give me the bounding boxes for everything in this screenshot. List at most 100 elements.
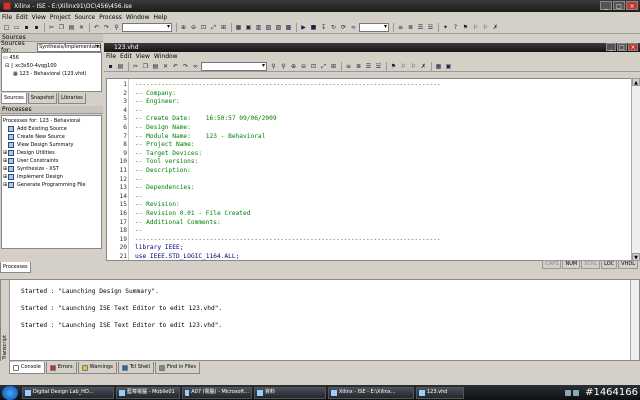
menu-file[interactable]: File — [2, 14, 12, 21]
bookmark-prev-icon[interactable]: ⚐ — [481, 23, 490, 32]
split-icon[interactable]: ▩ — [284, 23, 293, 32]
outdent-icon[interactable]: ≣ — [354, 62, 363, 71]
redo-icon[interactable]: ↷ — [102, 23, 111, 32]
help-icon[interactable]: ? — [451, 23, 460, 32]
zoom-area-icon[interactable]: ⊞ — [329, 62, 338, 71]
tab-errors[interactable]: Errors — [45, 362, 77, 374]
editor-vertical-scrollbar[interactable]: ▲ ▼ — [631, 78, 640, 261]
zoom-full-icon[interactable]: ⤢ — [319, 62, 328, 71]
zoom-in-icon[interactable]: ⊕ — [179, 23, 188, 32]
process-item[interactable]: View Design Summary — [3, 141, 100, 149]
search-combo[interactable] — [359, 23, 389, 32]
zoom-area-icon[interactable]: ⊞ — [219, 23, 228, 32]
tab-processes[interactable]: Processes — [0, 262, 31, 273]
tab-libraries[interactable]: Libraries — [58, 93, 86, 104]
bookmark-next-icon[interactable]: ⚐ — [399, 62, 408, 71]
outdent-icon[interactable]: ≣ — [406, 23, 415, 32]
start-button[interactable] — [2, 385, 18, 400]
find-prev-icon[interactable]: ⚲ — [279, 62, 288, 71]
comment-icon[interactable]: ☰ — [364, 62, 373, 71]
taskbar-item[interactable]: 藍莓電腦 - Mobile01 — [116, 386, 180, 399]
menu-view[interactable]: View — [32, 14, 46, 21]
code-editor[interactable]: 1 ---------------------------------------… — [106, 78, 632, 261]
menu-process[interactable]: Process — [99, 14, 122, 21]
zoom-full-icon[interactable]: ⤢ — [209, 23, 218, 32]
bookmark-icon[interactable]: ⚑ — [461, 23, 470, 32]
console-vertical-scrollbar[interactable] — [630, 280, 639, 360]
taskbar-item[interactable]: A07 (電腦) - Microsoft... — [182, 386, 252, 399]
process-item[interactable]: Create New Source — [3, 133, 100, 141]
bookmark-clear-icon[interactable]: ✗ — [491, 23, 500, 32]
rerun-icon[interactable]: ↻ — [329, 23, 338, 32]
zoom-in-icon[interactable]: ⊕ — [289, 62, 298, 71]
tab-snapshot[interactable]: Snapshot — [27, 93, 58, 104]
bulb-icon[interactable]: ✦ — [441, 23, 450, 32]
menu-edit[interactable]: Edit — [16, 14, 28, 21]
find-next-icon[interactable]: ⚲ — [269, 62, 278, 71]
copy-icon[interactable]: ❐ — [57, 23, 66, 32]
editor-menu-edit[interactable]: Edit — [120, 53, 132, 60]
bookmark-prev-icon[interactable]: ⚐ — [409, 62, 418, 71]
editor-maximize-button[interactable]: □ — [617, 43, 627, 51]
minimize-button[interactable]: _ — [600, 1, 612, 10]
tree-item-module[interactable]: ▦ 123 - Behavioral (123.vhd) — [3, 70, 100, 78]
tree-item-device[interactable]: ⊟ ▯ xc3s50-4vqg100 — [3, 62, 100, 70]
close-button[interactable]: × — [626, 1, 638, 10]
tab-sources[interactable]: Sources — [1, 93, 27, 104]
editor-find-combo[interactable] — [201, 61, 267, 71]
menu-window[interactable]: Window — [126, 14, 150, 21]
taskbar-item[interactable]: Xilinx - ISE - E:\Xilinx... — [328, 386, 414, 399]
process-item[interactable]: ⊞ Synthesize - XST — [3, 165, 100, 173]
comment-icon[interactable]: ☰ — [416, 23, 425, 32]
indent-icon[interactable]: ≡ — [396, 23, 405, 32]
process-item[interactable]: ⊞ Generate Programming File — [3, 181, 100, 189]
menu-source[interactable]: Source — [74, 14, 95, 21]
step-icon[interactable]: ↧ — [319, 23, 328, 32]
panel-icon[interactable]: ▨ — [274, 23, 283, 32]
tile-icon[interactable]: ▥ — [254, 23, 263, 32]
process-item[interactable]: ⊞ Implement Design — [3, 173, 100, 181]
layout-icon[interactable]: ▦ — [234, 23, 243, 32]
editor-minimize-button[interactable]: _ — [606, 43, 616, 51]
rerun-all-icon[interactable]: ⟳ — [339, 23, 348, 32]
delete-icon[interactable]: ✕ — [161, 62, 170, 71]
uncomment-icon[interactable]: ☱ — [374, 62, 383, 71]
stop-icon[interactable]: ■ — [309, 23, 318, 32]
language-template-icon[interactable]: ▦ — [434, 62, 443, 71]
editor-menu-window[interactable]: Window — [154, 53, 178, 60]
open-folder-icon[interactable]: ▭ — [12, 23, 21, 32]
network-icon[interactable] — [565, 389, 572, 396]
process-item[interactable]: Add Existing Source — [3, 125, 100, 133]
new-file-icon[interactable]: □ — [2, 23, 11, 32]
paste-icon[interactable]: ▤ — [151, 62, 160, 71]
tab-warnings[interactable]: Warnings — [77, 362, 117, 374]
process-item[interactable]: ⊞ User Constraints — [3, 157, 100, 165]
zoom-out-icon[interactable]: ⊖ — [189, 23, 198, 32]
paste-icon[interactable]: ▤ — [67, 23, 76, 32]
find-icon[interactable]: ⚲ — [112, 23, 121, 32]
menu-help[interactable]: Help — [154, 14, 168, 21]
find-combo[interactable] — [122, 23, 172, 32]
save-icon[interactable]: ▪ — [22, 23, 31, 32]
save-all-icon[interactable]: ▪ — [32, 23, 41, 32]
binoculars-icon[interactable]: ∞ — [349, 23, 358, 32]
editor-close-button[interactable]: × — [628, 43, 638, 51]
binoculars-icon[interactable]: ∞ — [191, 62, 200, 71]
taskbar-item[interactable]: Digital Design Lab_HD... — [22, 386, 114, 399]
close-editor-icon[interactable]: ▣ — [444, 62, 453, 71]
bookmark-icon[interactable]: ⚑ — [389, 62, 398, 71]
zoom-fit-icon[interactable]: ⊡ — [309, 62, 318, 71]
taskbar-item[interactable]: 123.vhd — [416, 386, 464, 399]
tab-console[interactable]: Console — [9, 362, 45, 374]
undo-icon[interactable]: ↶ — [92, 23, 101, 32]
menu-project[interactable]: Project — [50, 14, 71, 21]
volume-icon[interactable] — [573, 389, 580, 396]
taskbar-item[interactable]: 資料 — [254, 386, 326, 399]
cut-icon[interactable]: ✂ — [131, 62, 140, 71]
tab-find-in-files[interactable]: Find in Files — [154, 362, 200, 374]
editor-menu-file[interactable]: File — [106, 53, 116, 60]
cascade-icon[interactable]: ▧ — [264, 23, 273, 32]
tree-item-project[interactable]: ▭ 456 — [3, 54, 100, 62]
indent-icon[interactable]: ≡ — [344, 62, 353, 71]
zoom-fit-icon[interactable]: ⊡ — [199, 23, 208, 32]
